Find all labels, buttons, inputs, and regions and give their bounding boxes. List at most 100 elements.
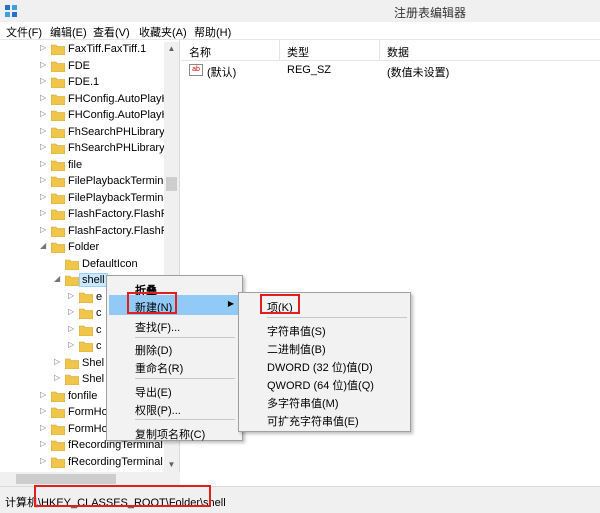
menu-item-rename[interactable]: 重命名(R) (109, 356, 240, 376)
tree-item-label: c (96, 307, 102, 319)
folder-icon (51, 242, 65, 253)
column-divider[interactable] (379, 40, 380, 61)
menu-item-copy-key-name[interactable]: 复制项名称(C) (109, 422, 240, 442)
expander-icon[interactable]: ◢ (54, 274, 64, 283)
expander-icon[interactable]: ▷ (68, 340, 78, 349)
folder-icon (79, 325, 93, 336)
tree-item-label: FilePlaybackTermina (68, 191, 170, 204)
folder-icon (65, 275, 79, 286)
expander-icon[interactable]: ▷ (40, 126, 50, 135)
menu-view[interactable]: 查看(V) (93, 24, 130, 40)
value-data: (数值未设置) (387, 67, 450, 79)
value-name: (默认) (207, 67, 237, 79)
menu-edit[interactable]: 编辑(E) (50, 24, 87, 40)
menu-item-permissions[interactable]: 权限(P)... (109, 398, 240, 418)
value-row[interactable]: ab (默认) REG_SZ (数值未设置) (181, 62, 600, 79)
expander-icon[interactable]: ▷ (40, 175, 50, 184)
menu-item-delete[interactable]: 删除(D) (109, 338, 240, 358)
window-title: 注册表编辑器 (393, 6, 466, 20)
expander-icon[interactable]: ▷ (40, 406, 50, 415)
expander-icon[interactable]: ▷ (54, 357, 64, 366)
tree-item-label: fRecordingTerminal (68, 455, 163, 468)
folder-icon (51, 407, 65, 418)
values-list-header: 名称 类型 数据 (181, 40, 600, 61)
scroll-up-icon[interactable]: ▲ (164, 42, 179, 56)
expander-icon[interactable]: ▷ (40, 208, 50, 217)
submenu-item-string-value[interactable]: 字符串值(S) (241, 319, 408, 339)
tree-item-label: fonfile (68, 389, 98, 402)
folder-icon (51, 94, 65, 105)
expander-icon[interactable]: ◢ (40, 241, 50, 250)
folder-icon (51, 457, 65, 468)
tree-item-label: FilePlaybackTermina (68, 175, 170, 187)
column-data[interactable]: 数据 (387, 44, 409, 60)
column-type[interactable]: 类型 (287, 44, 309, 60)
tree-item-label: Shel (82, 373, 105, 385)
expander-icon[interactable]: ▷ (40, 439, 50, 448)
submenu-item-binary-value[interactable]: 二进制值(B) (241, 337, 408, 357)
expander-icon[interactable]: ▷ (68, 324, 78, 333)
expander-icon[interactable]: ▷ (40, 390, 50, 399)
tree-item-label: FlashFactory.FlashFa (68, 224, 174, 237)
tree-item-label: c (96, 323, 102, 336)
menu-help[interactable]: 帮助(H) (194, 24, 231, 40)
annotation-box-key (260, 294, 300, 314)
folder-icon (79, 292, 93, 303)
tree-item-label: FDE.1 (68, 76, 100, 88)
tree-item-label: FDE (68, 59, 90, 72)
folder-icon (51, 61, 65, 72)
folder-icon (51, 424, 65, 435)
column-divider[interactable] (279, 40, 280, 61)
menu-item-export[interactable]: 导出(E) (109, 380, 240, 400)
menu-file[interactable]: 文件(F) (6, 24, 42, 40)
tree-item-label: FHConfig.AutoPlayH (68, 109, 170, 121)
folder-icon (51, 127, 65, 138)
expander-icon[interactable]: ▷ (40, 192, 50, 201)
folder-icon (51, 143, 65, 154)
expander-icon[interactable]: ▷ (54, 373, 64, 382)
menu-separator (135, 419, 235, 420)
tree-item-label: DefaultIcon (82, 257, 138, 270)
expander-icon[interactable]: ▷ (68, 291, 78, 300)
menu-favorites[interactable]: 收藏夹(A) (139, 24, 187, 40)
folder-icon (65, 259, 79, 270)
submenu-item-dword-value[interactable]: DWORD (32 位)值(D) (241, 355, 408, 375)
folder-icon (51, 44, 65, 55)
submenu-item-qword-value[interactable]: QWORD (64 位)值(Q) (241, 373, 408, 393)
expander-icon[interactable]: ▷ (40, 159, 50, 168)
tree-item-label: file (68, 158, 83, 171)
submenu-item-expandable-string-value[interactable]: 可扩充字符串值(E) (241, 409, 408, 429)
folder-icon (51, 209, 65, 220)
menu-separator (135, 378, 235, 379)
menu-bar: 文件(F) 编辑(E) 查看(V) 收藏夹(A) 帮助(H) (0, 22, 600, 40)
menu-item-find[interactable]: 查找(F)... (109, 315, 240, 335)
expander-icon[interactable]: ▷ (40, 225, 50, 234)
folder-icon (79, 308, 93, 319)
folder-icon (51, 193, 65, 204)
hscroll-thumb[interactable] (16, 474, 116, 484)
tree-item-label: FaxTiff.FaxTiff.1 (68, 43, 147, 55)
expander-icon[interactable]: ▷ (68, 307, 78, 316)
scroll-down-icon[interactable]: ▼ (164, 458, 179, 472)
folder-icon (51, 391, 65, 402)
tree-horizontal-scrollbar[interactable] (0, 472, 180, 486)
scroll-thumb[interactable] (166, 177, 177, 191)
expander-icon[interactable]: ▷ (40, 60, 50, 69)
folder-icon (51, 226, 65, 237)
tree-item-label: shell (79, 273, 108, 287)
expander-icon[interactable]: ▷ (40, 142, 50, 151)
expander-icon[interactable]: ▷ (40, 43, 50, 52)
submenu-item-multi-string-value[interactable]: 多字符串值(M) (241, 391, 408, 411)
expander-icon[interactable]: ▷ (40, 76, 50, 85)
column-name[interactable]: 名称 (189, 44, 211, 60)
annotation-box-path (34, 485, 211, 507)
string-value-icon: ab (189, 64, 203, 76)
expander-icon[interactable]: ▷ (40, 423, 50, 432)
folder-icon (51, 176, 65, 187)
folder-icon (79, 341, 93, 352)
title-bar: 注册表编辑器 (0, 0, 600, 22)
tree-item-label: FhSearchPHLibrary.F (68, 142, 174, 154)
expander-icon[interactable]: ▷ (40, 93, 50, 102)
expander-icon[interactable]: ▷ (40, 109, 50, 118)
expander-icon[interactable]: ▷ (40, 456, 50, 465)
